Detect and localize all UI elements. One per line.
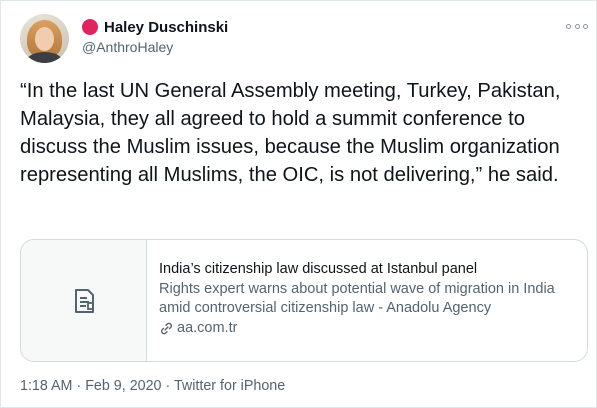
card-description: Rights expert warns about potential wave…	[159, 281, 555, 316]
tweet-time[interactable]: 1:18 AM	[20, 378, 72, 394]
link-card[interactable]: India’s citizenship law discussed at Ist…	[20, 239, 588, 362]
card-domain: aa.com.tr	[159, 319, 575, 338]
card-thumbnail	[21, 240, 147, 361]
red-circle-icon	[82, 19, 98, 35]
tweet-source[interactable]: Twitter for iPhone	[174, 378, 285, 394]
card-title: India’s citizenship law discussed at Ist…	[159, 261, 478, 277]
user-handle[interactable]: @AnthroHaley	[82, 39, 173, 55]
display-name[interactable]: Haley Duschinski	[104, 19, 228, 36]
tweet-text: “In the last UN General Assembly meeting…	[20, 80, 561, 186]
more-options-icon[interactable]	[566, 19, 588, 33]
document-icon	[74, 288, 94, 313]
card-body: India’s citizenship law discussed at Ist…	[147, 240, 587, 361]
author-name-row[interactable]: Haley Duschinski	[82, 17, 228, 37]
tweet-date[interactable]: Feb 9, 2020	[85, 378, 161, 394]
card-domain-text: aa.com.tr	[177, 320, 238, 336]
tweet-container: Haley Duschinski @AnthroHaley “In the la…	[0, 0, 597, 408]
link-icon	[159, 321, 174, 336]
tweet-metadata: 1:18 AM · Feb 9, 2020 · Twitter for iPho…	[20, 378, 286, 394]
avatar[interactable]	[20, 14, 69, 63]
